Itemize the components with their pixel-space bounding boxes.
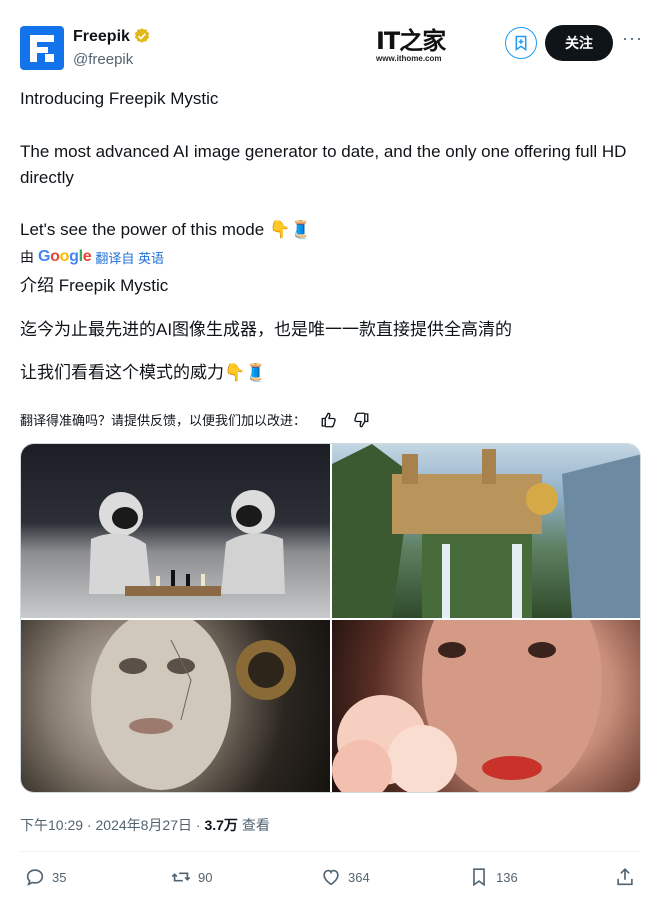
- meta-separator: ·: [83, 817, 96, 833]
- feedback-prompt: 翻译得准确吗？请提供反馈，以便我们加以改进：: [20, 413, 307, 428]
- tweet-line-2: The most advanced AI image generator to …: [20, 142, 627, 187]
- author-name[interactable]: Freepik: [73, 28, 130, 46]
- meta-separator-2: ·: [192, 817, 205, 833]
- ithome-logo: IT之家: [376, 27, 446, 55]
- google-logo: Google: [38, 248, 92, 265]
- ithome-watermark: IT之家 www.ithome.com: [376, 28, 452, 70]
- ithome-url: www.ithome.com: [376, 54, 442, 63]
- tweet-line-1: Introducing Freepik Mystic: [20, 89, 219, 108]
- bookmark-icon: [473, 868, 485, 887]
- translated-line-1: 介绍 Freepik Mystic: [20, 276, 169, 295]
- views-label: 查看: [241, 817, 270, 833]
- action-bar: 35 90 364 136: [20, 866, 640, 892]
- avatar[interactable]: [20, 26, 64, 70]
- translated-line-3: 让我们看看这个模式的威力👇🧵: [20, 363, 267, 382]
- tweet-meta: 下午10:29 · 2024年8月27日 · 3.7万 查看: [20, 815, 270, 835]
- more-options-icon[interactable]: ···: [622, 28, 643, 49]
- subscribe-button[interactable]: [505, 27, 537, 59]
- heart-icon: [323, 869, 339, 886]
- tweet-date[interactable]: 2024年8月27日: [96, 817, 193, 833]
- cyborg-illustration: [91, 620, 296, 790]
- image-cyborg-face[interactable]: [21, 620, 330, 792]
- view-count: 3.7万: [204, 817, 238, 833]
- retweet-icon: [171, 872, 191, 882]
- tweet-header: Freepik @freepik IT之家 www.ithome.com 关注 …: [20, 24, 643, 74]
- image-cliff-castle[interactable]: [332, 444, 640, 618]
- translation-source-link[interactable]: 翻译自 英语: [95, 248, 164, 267]
- verified-badge-icon: [134, 28, 150, 43]
- like-count: 364: [348, 869, 370, 885]
- reply-button[interactable]: 35: [24, 866, 66, 888]
- image-astronauts-chess[interactable]: [21, 444, 330, 618]
- bookmark-button[interactable]: 136: [468, 866, 518, 888]
- tweet-time[interactable]: 下午10:29: [20, 817, 83, 833]
- reply-count: 35: [52, 869, 67, 885]
- share-icon: [617, 868, 633, 886]
- like-button[interactable]: 364: [320, 866, 370, 888]
- follow-button[interactable]: 关注: [545, 25, 613, 61]
- divider: [20, 851, 640, 852]
- retweet-count: 90: [198, 869, 213, 885]
- media-grid: [20, 443, 641, 793]
- translation-credit: 由 Google 翻译自 英语: [20, 247, 164, 267]
- reply-icon: [26, 869, 44, 886]
- thumbs-down-icon[interactable]: [352, 411, 370, 429]
- tweet-line-3: Let's see the power of this mode 👇🧵: [20, 220, 312, 239]
- image-woman-flower[interactable]: [332, 620, 640, 792]
- bookmark-count: 136: [496, 869, 518, 885]
- retweet-button[interactable]: 90: [170, 866, 212, 888]
- translation-feedback: 翻译得准确吗？请提供反馈，以便我们加以改进：: [20, 410, 370, 429]
- bookmark-plus-icon: [515, 35, 527, 52]
- woman-flower-illustration: [332, 620, 602, 792]
- author-handle[interactable]: @freepik: [73, 51, 133, 68]
- translated-line-2: 迄今为止最先进的AI图像生成器，也是唯一一款直接提供全高清的: [20, 320, 513, 339]
- translation-by: 由: [20, 249, 34, 265]
- share-button[interactable]: [614, 866, 636, 888]
- castle-illustration: [332, 444, 640, 618]
- thumbs-up-icon[interactable]: [320, 411, 338, 429]
- astronauts-chess-illustration: [89, 490, 285, 596]
